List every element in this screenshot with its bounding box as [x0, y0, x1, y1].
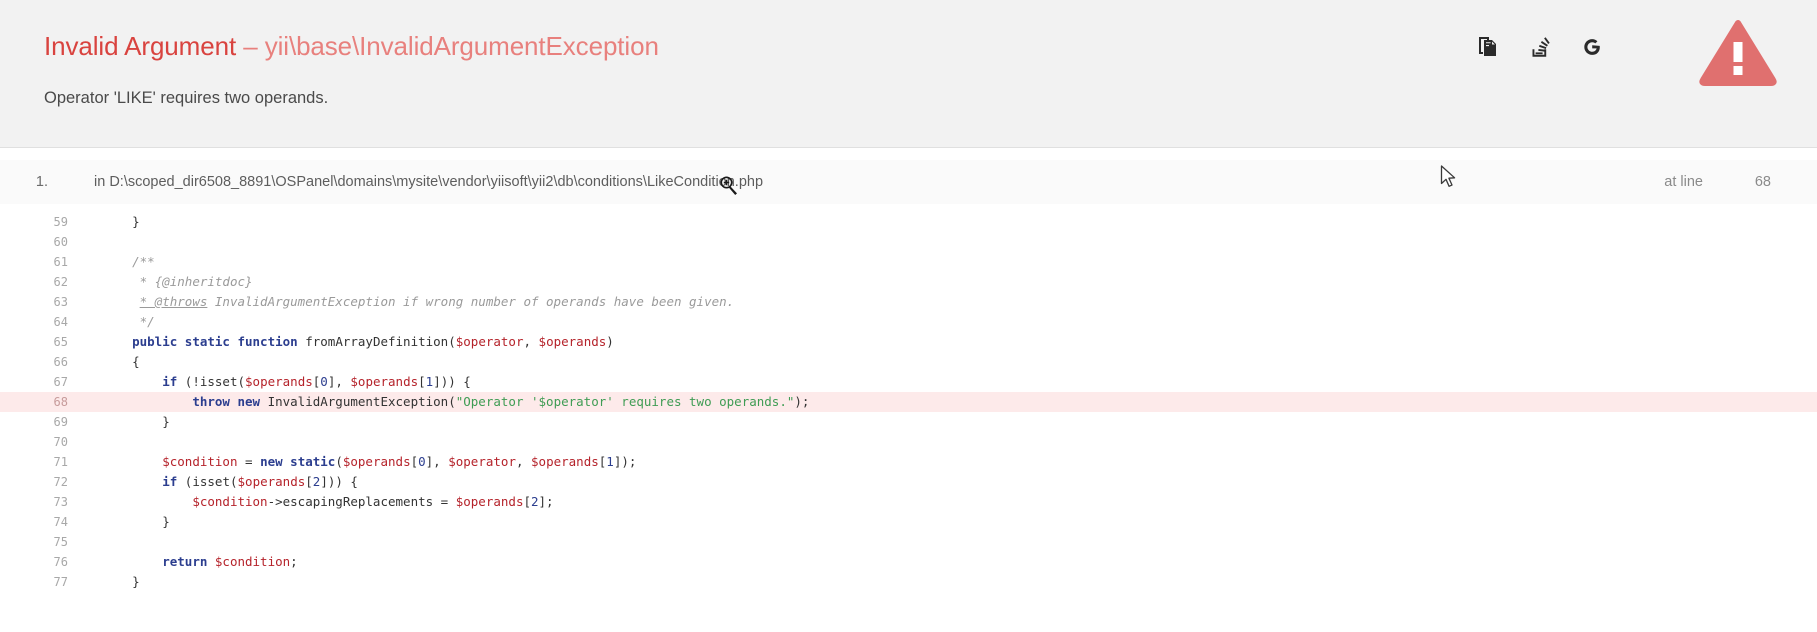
warning-triangle-icon	[1699, 20, 1777, 86]
code-line-source: {	[102, 354, 140, 369]
error-name: Invalid Argument	[44, 31, 237, 61]
code-line: 62 * {@inheritdoc}	[0, 272, 1817, 292]
code-line: 63 * @throws InvalidArgumentException if…	[0, 292, 1817, 312]
code-line: 61 /**	[0, 252, 1817, 272]
code-line-number: 70	[53, 435, 68, 449]
code-line-number: 73	[53, 495, 68, 509]
code-line: 69 }	[0, 412, 1817, 432]
code-line: 74 }	[0, 512, 1817, 532]
code-line: 59 }	[0, 212, 1817, 232]
code-line-source: if (isset($operands[2])) {	[162, 474, 358, 489]
code-line-source: * {@inheritdoc}	[139, 274, 253, 289]
code-line-number: 71	[53, 455, 68, 469]
copy-icon[interactable]	[1475, 34, 1501, 60]
code-line-source: $condition->escapingReplacements = $oper…	[192, 494, 554, 509]
code-line-number: 67	[53, 375, 68, 389]
code-line-number: 68	[53, 395, 68, 409]
code-line-source: }	[102, 414, 170, 429]
code-line: 64 */	[0, 312, 1817, 332]
trace-file-name: D:\scoped_dir6508_8891\OSPanel\domains\m…	[109, 174, 764, 190]
error-message: Operator 'LIKE' requires two operands.	[44, 88, 329, 107]
code-line: 76 return $condition;	[0, 552, 1817, 572]
header-actions	[1475, 34, 1605, 60]
code-line-number: 72	[53, 475, 68, 489]
title-separator: –	[236, 31, 265, 61]
trace-row[interactable]: 1. in D:\scoped_dir6508_8891\OSPanel\dom…	[0, 160, 1817, 204]
code-line-number: 62	[53, 275, 68, 289]
trace-file-path[interactable]: in D:\scoped_dir6508_8891\OSPanel\domain…	[62, 174, 1664, 190]
code-line-source: */	[139, 314, 155, 329]
code-line-source: * @throws InvalidArgumentException if wr…	[139, 294, 735, 309]
code-line-source: if (!isset($operands[0], $operands[1])) …	[162, 374, 471, 389]
trace-file-prefix: in	[94, 174, 110, 190]
code-line-source: throw new InvalidArgumentException("Oper…	[192, 394, 810, 409]
code-line: 77 }	[0, 572, 1817, 592]
source-code-block: 59 } 60 61 /** 62 * {@inheritdoc} 63 * @thro…	[0, 204, 1817, 592]
code-line: 70	[0, 432, 1817, 452]
code-line: 65 public static function fromArrayDefin…	[0, 332, 1817, 352]
code-line-number: 63	[53, 295, 68, 309]
code-line-source: public static function fromArrayDefiniti…	[132, 334, 614, 349]
code-line: 72 if (isset($operands[2])) {	[0, 472, 1817, 492]
at-line-label: at line	[1664, 174, 1703, 190]
code-line-number: 74	[53, 515, 68, 529]
code-line-source: }	[102, 514, 170, 529]
code-line: 66 {	[0, 352, 1817, 372]
error-header: Invalid Argument – yii\base\InvalidArgum…	[0, 0, 1817, 148]
code-line-number: 77	[53, 575, 68, 589]
code-line-number: 65	[53, 335, 68, 349]
code-line: 67 if (!isset($operands[0], $operands[1]…	[0, 372, 1817, 392]
code-line-source: $condition = new static($operands[0], $o…	[162, 454, 637, 469]
code-line-number: 69	[53, 415, 68, 429]
trace-spacer	[0, 148, 1817, 160]
code-line-number: 64	[53, 315, 68, 329]
trace-line-number: 68	[1754, 174, 1771, 190]
code-line-number: 60	[53, 235, 68, 249]
code-line-source: }	[102, 214, 140, 229]
code-line-number: 66	[53, 355, 68, 369]
code-line-number: 59	[53, 215, 68, 229]
code-line: 68 throw new InvalidArgumentException("O…	[0, 392, 1817, 412]
exception-class-name: yii\base\InvalidArgumentException	[264, 31, 659, 61]
code-line-source: }	[102, 574, 140, 589]
code-line-source: /**	[132, 254, 155, 269]
code-line-number: 75	[53, 535, 68, 549]
code-line-number: 76	[53, 555, 68, 569]
trace-index: 1.	[35, 174, 48, 190]
code-line: 60	[0, 232, 1817, 252]
code-line: 71 $condition = new static($operands[0],…	[0, 452, 1817, 472]
code-line-source: return $condition;	[162, 554, 298, 569]
code-line-number: 61	[53, 255, 68, 269]
stackoverflow-icon[interactable]	[1527, 34, 1553, 60]
code-line: 75	[0, 532, 1817, 552]
google-icon[interactable]	[1579, 34, 1605, 60]
code-line: 73 $condition->escapingReplacements = $o…	[0, 492, 1817, 512]
